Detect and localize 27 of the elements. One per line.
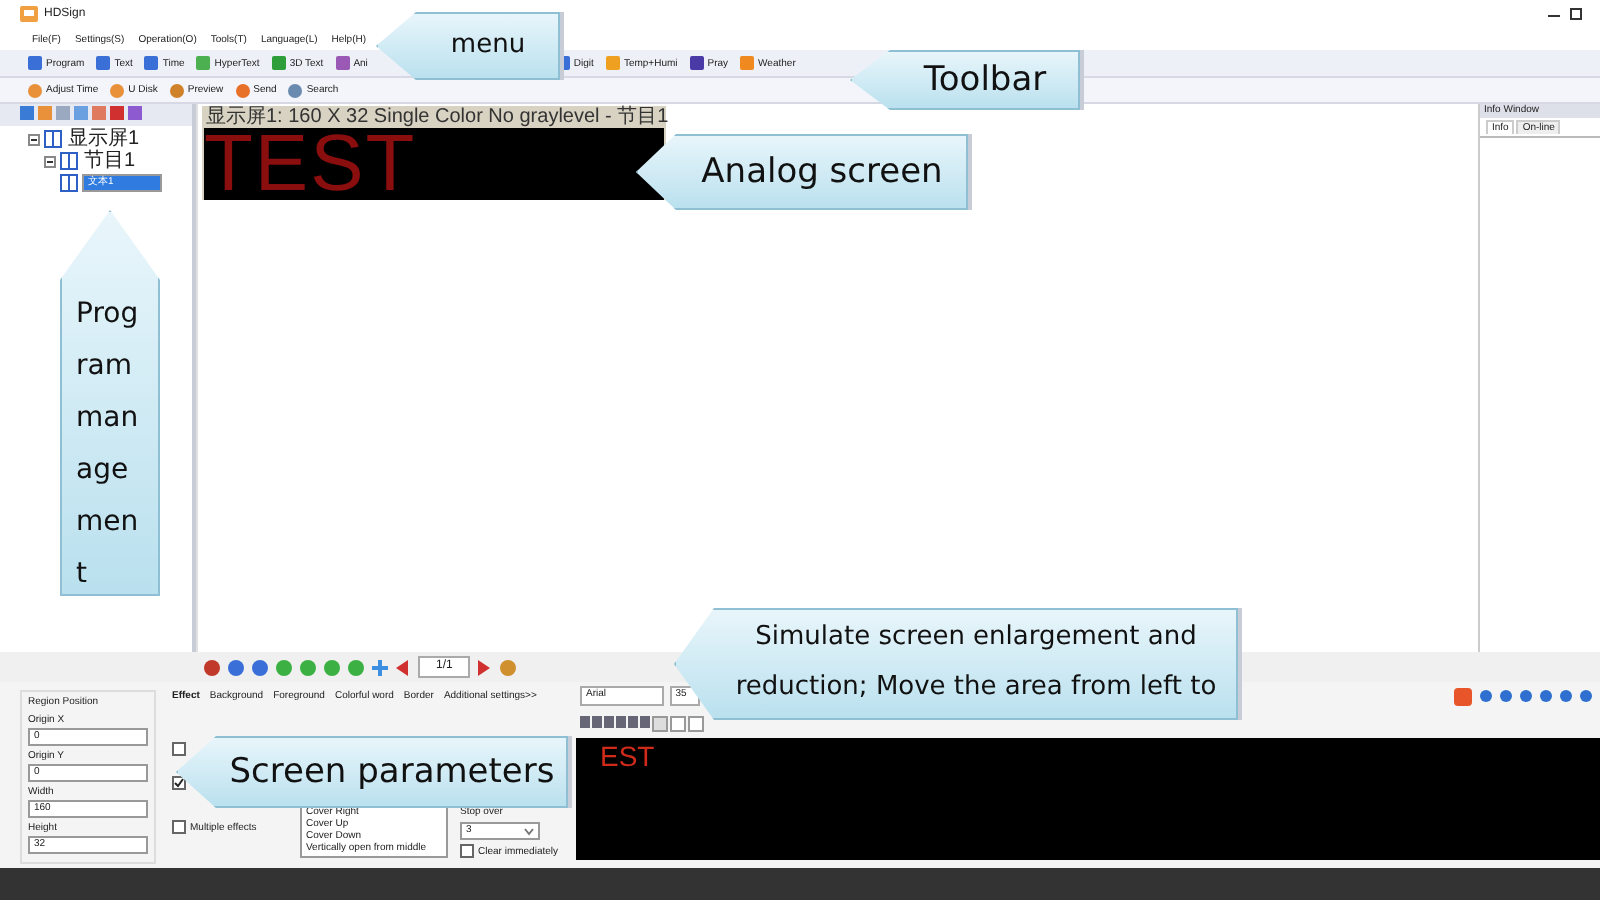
callout-text: Program management (76, 296, 141, 594)
checkbox[interactable] (172, 776, 186, 790)
callout-text: Analog screen (701, 149, 943, 196)
tree-item[interactable]: 显示屏1 (66, 128, 142, 150)
tree-item[interactable]: 节目1 (82, 150, 138, 172)
callout-text: Simulate screen enlargement and (753, 620, 1199, 657)
checkbox[interactable] (460, 844, 474, 858)
callout-text: Toolbar (923, 57, 1047, 104)
previous-icon[interactable] (396, 659, 410, 675)
callout-text: Screen parameters (229, 749, 555, 796)
collapse-icon[interactable] (28, 133, 40, 145)
callout-text: reduction; Move the area from left to (735, 670, 1217, 706)
move-icon[interactable] (372, 659, 388, 675)
next-icon[interactable] (478, 659, 493, 675)
led-text: TEST (204, 128, 417, 200)
app-logo-icon (20, 6, 38, 22)
preview-text: EST (600, 740, 655, 772)
node-icon (60, 152, 78, 170)
node-icon (60, 174, 78, 192)
screen-info-text: 显示屏1: 160 X 32 Single Color No graylevel - 节目1 (204, 106, 666, 128)
caret-icon (524, 827, 534, 835)
callout-text: menu (450, 27, 526, 64)
checkbox[interactable] (172, 820, 186, 834)
collapse-icon[interactable] (44, 155, 56, 167)
checkbox[interactable] (172, 742, 186, 756)
node-icon (44, 130, 62, 148)
maximize-icon[interactable] (1568, 6, 1584, 22)
